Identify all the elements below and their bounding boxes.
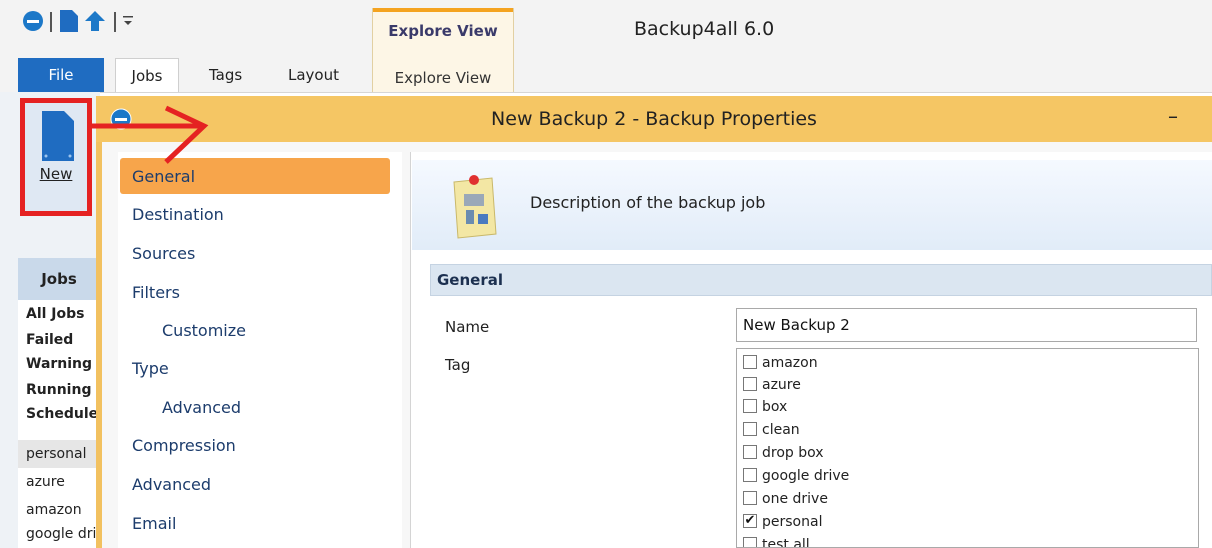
nav-item-advanced[interactable]: Advanced [132, 475, 211, 494]
minimize-button[interactable]: – [1168, 104, 1178, 128]
qat-separator [50, 12, 52, 32]
checkbox-icon[interactable] [743, 491, 757, 505]
checkbox-checked-icon[interactable]: ✔ [743, 514, 757, 528]
name-label: Name [445, 318, 490, 336]
tag-item-azure[interactable]: azure [743, 377, 801, 399]
description-text: Description of the backup job [530, 193, 766, 212]
nav-item-compression[interactable]: Compression [132, 436, 236, 455]
checkbox-icon[interactable] [743, 445, 757, 459]
tag-item-box[interactable]: box [743, 399, 787, 421]
nav-item-sources[interactable]: Sources [132, 244, 195, 263]
app-title: Backup4all 6.0 [634, 18, 775, 40]
arrow-up-icon[interactable] [84, 10, 106, 38]
tab-jobs[interactable]: Jobs [115, 58, 179, 92]
tag-item-amazon[interactable]: amazon [743, 355, 818, 377]
tag-item-drop-box[interactable]: drop box [743, 445, 824, 467]
backup-job-icon [452, 172, 508, 244]
jobs-item-azure[interactable]: azure [26, 474, 65, 490]
jobs-item-scheduled[interactable]: Scheduled [26, 406, 100, 422]
jobs-item-personal[interactable]: personal [26, 446, 86, 462]
nav-item-type-advanced[interactable]: Advanced [162, 398, 241, 417]
context-group-label: Explore View [388, 22, 498, 40]
ribbon-tab-row [0, 48, 1212, 93]
tab-tags[interactable]: Tags [209, 58, 242, 92]
nav-item-type[interactable]: Type [132, 359, 169, 378]
tab-file[interactable]: File [18, 58, 104, 92]
qat-separator [114, 12, 116, 32]
jobs-panel-header: Jobs [18, 258, 100, 300]
new-document-icon[interactable] [60, 10, 78, 38]
tag-item-personal[interactable]: ✔ personal [743, 514, 822, 536]
tag-label: Tag [445, 356, 471, 374]
dialog-title: New Backup 2 - Backup Properties [491, 108, 817, 130]
checkbox-icon[interactable] [743, 422, 757, 436]
checkbox-icon[interactable] [743, 355, 757, 369]
app-logo-icon[interactable] [22, 10, 44, 38]
jobs-item-google-drive[interactable]: google drive [26, 526, 100, 542]
nav-item-destination[interactable]: Destination [132, 205, 224, 224]
explore-view-context-group: Explore View Explore View [372, 8, 514, 92]
new-button-label: New [39, 165, 73, 183]
tag-item-google-drive[interactable]: google drive [743, 468, 849, 490]
annotation-arrow-icon [92, 105, 209, 164]
tag-item-test-all[interactable]: test all [743, 537, 810, 547]
checkbox-icon[interactable] [743, 468, 757, 482]
tag-item-clean[interactable]: clean [743, 422, 800, 444]
nav-item-customize[interactable]: Customize [162, 321, 246, 340]
checkbox-icon[interactable] [743, 377, 757, 391]
jobs-item-running[interactable]: Running [26, 382, 91, 398]
nav-item-email[interactable]: Email [132, 514, 176, 533]
tab-layout[interactable]: Layout [288, 58, 339, 92]
name-field[interactable] [736, 308, 1197, 342]
section-header-general: General [430, 264, 1212, 296]
tag-item-one-drive[interactable]: one drive [743, 491, 828, 513]
customize-qat-icon[interactable] [122, 10, 134, 38]
jobs-item-amazon[interactable]: amazon [26, 502, 82, 518]
jobs-item-warning[interactable]: Warning [26, 356, 92, 372]
new-document-icon [42, 111, 74, 165]
jobs-item-failed[interactable]: Failed [26, 332, 73, 348]
nav-item-filters[interactable]: Filters [132, 283, 180, 302]
title-bar [0, 0, 1212, 48]
checkbox-icon[interactable] [743, 399, 757, 413]
tab-explore-view[interactable]: Explore View [373, 69, 513, 87]
jobs-item-all[interactable]: All Jobs [26, 306, 85, 322]
tag-checklist[interactable]: amazon azure box clean drop box google d… [736, 348, 1199, 548]
checkbox-icon[interactable] [743, 537, 757, 547]
jobs-list: All Jobs Failed Warning Running Schedule… [18, 300, 100, 548]
new-backup-button[interactable]: New [20, 98, 92, 216]
